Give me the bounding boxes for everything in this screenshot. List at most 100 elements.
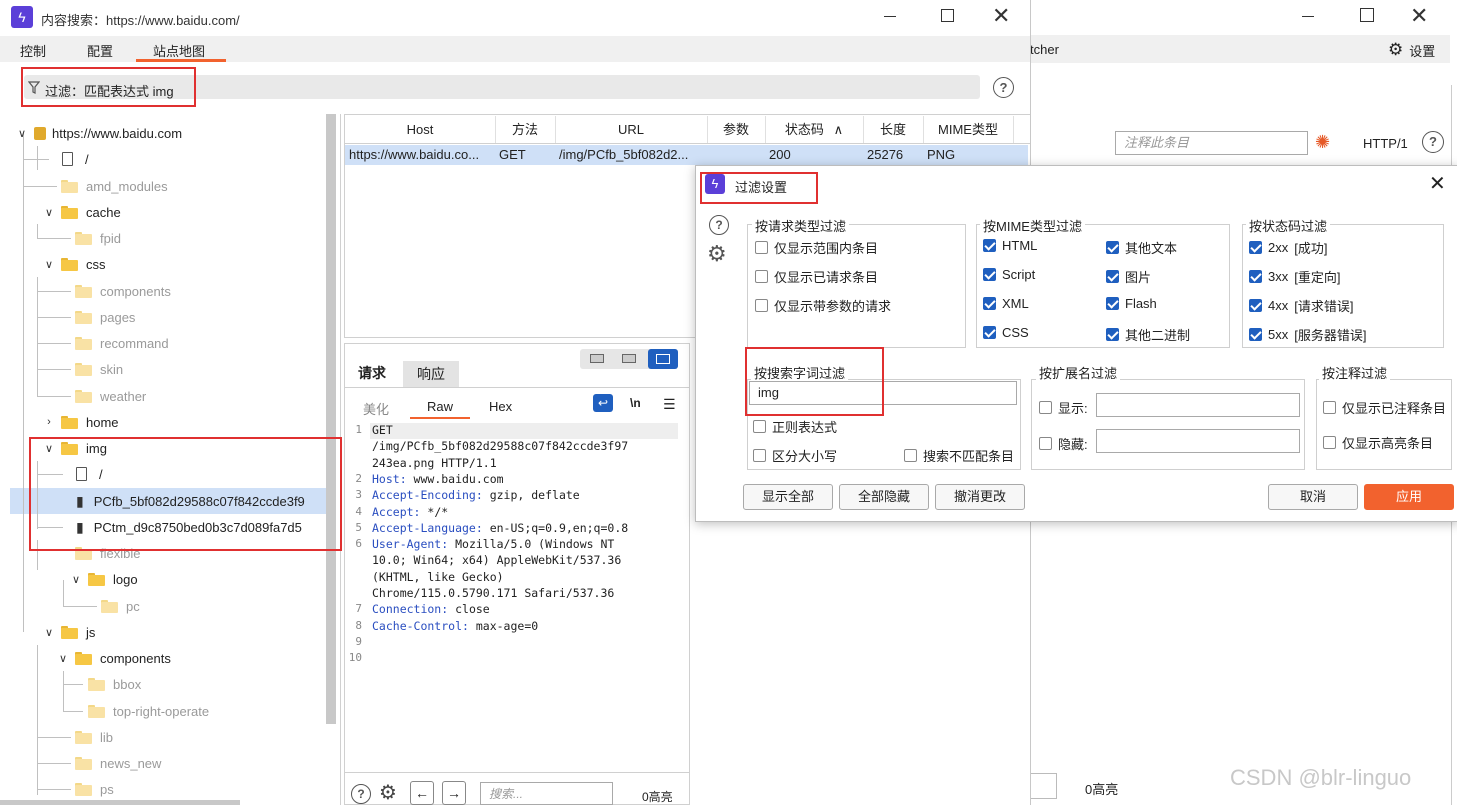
checkbox-regex[interactable]: 正则表达式 [753, 417, 837, 436]
chevron-down-icon[interactable]: ∨ [43, 258, 55, 271]
tree-item-weather[interactable]: weather [75, 385, 146, 407]
dialog-close-button[interactable]: ✕ [1429, 171, 1446, 196]
tree-item-skin[interactable]: skin [75, 358, 123, 380]
tree-item-js[interactable]: ∨ js [43, 621, 95, 643]
tree-item-pages[interactable]: pages [75, 306, 135, 328]
checkbox[interactable] [1249, 241, 1262, 254]
checkbox-other-text[interactable]: 其他文本 [1106, 238, 1177, 257]
apply-button[interactable]: 应用 [1364, 484, 1454, 510]
checkbox-html[interactable]: HTML [983, 238, 1037, 253]
show-ext-input[interactable] [1096, 393, 1300, 417]
tree-item-amd-modules[interactable]: amd_modules [61, 175, 168, 197]
gear-icon[interactable]: ⚙ [707, 241, 727, 267]
tree-item-root-file[interactable]: / [62, 148, 89, 170]
tree-item-img-file[interactable]: / [76, 463, 103, 485]
cancel-button[interactable]: 取消 [1268, 484, 1358, 510]
col-url[interactable]: URL [555, 116, 708, 144]
checkbox-xml[interactable]: XML [983, 296, 1029, 311]
col-mime[interactable]: MIME类型 [923, 116, 1014, 144]
tree-item-js-components[interactable]: ∨ components [57, 647, 171, 669]
checkbox-2xx[interactable]: 2xx [成功] [1249, 238, 1327, 257]
hide-all-button[interactable]: 全部隐藏 [839, 484, 929, 510]
settings-button[interactable]: ⚙ 设置 [1388, 40, 1435, 60]
checkbox[interactable] [753, 449, 766, 462]
tree-item-top-right-operate[interactable]: top-right-operate [88, 700, 209, 722]
hide-ext-input[interactable] [1096, 429, 1300, 453]
tree-item-recommand[interactable]: recommand [75, 332, 169, 354]
chevron-down-icon[interactable]: ∨ [16, 127, 28, 140]
tree-scrollbar[interactable] [326, 114, 336, 724]
checkbox-4xx[interactable]: 4xx [请求错误] [1249, 296, 1353, 315]
tree-item-pctm[interactable]: ▮ PCtm_d9c8750bed0b3c7d089fa7d5 [76, 516, 324, 538]
tab-fragment[interactable]: tcher [1030, 42, 1059, 57]
checkbox-css[interactable]: CSS [983, 325, 1029, 340]
checkbox-commented[interactable]: 仅显示已注释条目 [1323, 398, 1446, 417]
tree-item-news-new[interactable]: news_new [75, 752, 161, 774]
checkbox[interactable] [1106, 241, 1119, 254]
checkbox[interactable] [1249, 270, 1262, 283]
close-button[interactable]: ✕ [992, 3, 1010, 29]
checkbox[interactable] [1039, 437, 1052, 450]
col-method[interactable]: 方法 [495, 116, 556, 144]
checkbox-5xx[interactable]: 5xx [服务器错误] [1249, 325, 1366, 344]
layout-toggle[interactable] [580, 349, 678, 369]
checkbox[interactable] [1106, 297, 1119, 310]
col-length[interactable]: 长度 [863, 116, 924, 144]
col-host[interactable]: Host [345, 116, 496, 144]
tree-item-fpid[interactable]: fpid [75, 227, 121, 249]
checkbox-with-params[interactable]: 仅显示带参数的请求 [755, 296, 891, 315]
newline-toggle[interactable]: \n [630, 396, 641, 410]
checkbox-hide-ext[interactable]: 隐藏: [1039, 434, 1088, 453]
single-view-icon[interactable] [648, 349, 678, 369]
forward-button[interactable]: → [442, 781, 466, 805]
revert-button[interactable]: 撤消更改 [935, 484, 1025, 510]
tree-item-css[interactable]: ∨ css [43, 253, 106, 275]
checkbox-script[interactable]: Script [983, 267, 1035, 282]
comment-input[interactable]: 注释此条目 [1115, 131, 1308, 155]
checkbox[interactable] [904, 449, 917, 462]
chevron-right-icon[interactable]: › [43, 416, 55, 428]
chevron-down-icon[interactable]: ∨ [70, 573, 82, 586]
checkbox[interactable] [755, 299, 768, 312]
checkbox[interactable] [755, 241, 768, 254]
help-icon[interactable]: ? [709, 215, 729, 235]
tree-item-root[interactable]: ∨ https://www.baidu.com [16, 122, 182, 144]
checkbox-other-binary[interactable]: 其他二进制 [1106, 325, 1190, 344]
split-horizontal-icon[interactable] [590, 354, 604, 363]
col-status[interactable]: 状态码 ∧ [765, 116, 864, 144]
tree-item-flexible[interactable]: flexible [75, 542, 140, 564]
tree-item-lib[interactable]: lib [75, 726, 113, 748]
checkbox[interactable] [1106, 270, 1119, 283]
checkbox[interactable] [1106, 328, 1119, 341]
checkbox[interactable] [1039, 401, 1052, 414]
col-params[interactable]: 参数 [707, 116, 766, 144]
tree-item-home[interactable]: › home [43, 411, 118, 433]
checkbox-highlighted[interactable]: 仅显示高亮条目 [1323, 433, 1433, 452]
gear-icon[interactable]: ⚙ [379, 780, 397, 805]
wrap-icon[interactable]: ↩ [593, 394, 613, 412]
back-button[interactable]: ← [410, 781, 434, 805]
checkbox-3xx[interactable]: 3xx [重定向] [1249, 267, 1340, 286]
maximize-button[interactable] [941, 9, 954, 22]
help-icon[interactable]: ? [351, 784, 371, 804]
chevron-down-icon[interactable]: ∨ [43, 442, 55, 455]
checkbox-in-scope[interactable]: 仅显示范围内条目 [755, 238, 878, 257]
maximize-button[interactable] [1360, 8, 1374, 22]
tree-item-css-components[interactable]: components [75, 280, 171, 302]
chevron-down-icon[interactable]: ∨ [43, 626, 55, 639]
tab-control[interactable]: 控制 [20, 41, 46, 60]
help-icon[interactable]: ? [1422, 131, 1444, 153]
checkbox-images[interactable]: 图片 [1106, 267, 1151, 286]
tab-request[interactable]: 请求 [345, 359, 399, 389]
checkbox-negative-search[interactable]: 搜索不匹配条目 [904, 446, 1014, 465]
tab-response[interactable]: 响应 [403, 361, 459, 387]
checkbox[interactable] [983, 239, 996, 252]
checkbox[interactable] [1249, 328, 1262, 341]
checkbox[interactable] [983, 297, 996, 310]
tab-config[interactable]: 配置 [87, 41, 113, 60]
tree-item-pc[interactable]: pc [101, 595, 140, 617]
tree-item-img[interactable]: ∨ img [43, 437, 107, 459]
chevron-down-icon[interactable]: ∨ [57, 652, 69, 665]
search-input[interactable]: 搜索... [480, 782, 613, 805]
checkbox-case-sensitive[interactable]: 区分大小写 [753, 446, 837, 465]
